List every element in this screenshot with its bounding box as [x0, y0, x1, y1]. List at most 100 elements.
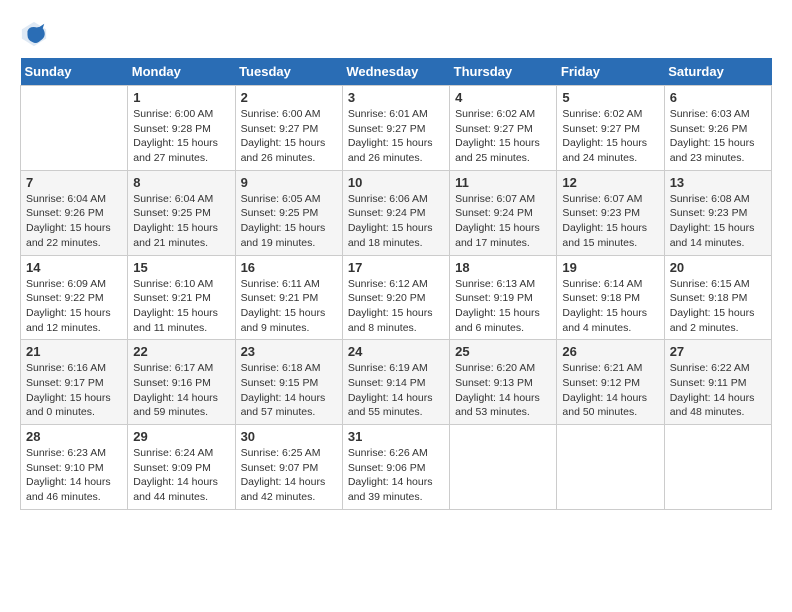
day-number: 15: [133, 260, 229, 275]
day-number: 4: [455, 90, 551, 105]
logo-icon: [20, 20, 48, 48]
calendar-week-row: 1 Sunrise: 6:00 AM Sunset: 9:28 PM Daylig…: [21, 86, 772, 171]
calendar-cell: 13 Sunrise: 6:08 AM Sunset: 9:23 PM Dayli…: [664, 170, 771, 255]
calendar-cell: 25 Sunrise: 6:20 AM Sunset: 9:13 PM Dayli…: [450, 340, 557, 425]
day-number: 21: [26, 344, 122, 359]
day-number: 1: [133, 90, 229, 105]
calendar-cell: 14 Sunrise: 6:09 AM Sunset: 9:22 PM Dayli…: [21, 255, 128, 340]
day-info: Sunrise: 6:26 AM Sunset: 9:06 PM Dayligh…: [348, 446, 444, 505]
calendar-cell: 16 Sunrise: 6:11 AM Sunset: 9:21 PM Dayli…: [235, 255, 342, 340]
day-header-saturday: Saturday: [664, 58, 771, 86]
calendar-cell: 24 Sunrise: 6:19 AM Sunset: 9:14 PM Dayli…: [342, 340, 449, 425]
calendar-week-row: 7Sunrise: 6:04 AM Sunset: 9:26 PM Daylig…: [21, 170, 772, 255]
calendar-cell: 22 Sunrise: 6:17 AM Sunset: 9:16 PM Dayli…: [128, 340, 235, 425]
day-header-sunday: Sunday: [21, 58, 128, 86]
day-info: Sunrise: 6:08 AM Sunset: 9:23 PM Dayligh…: [670, 192, 766, 251]
day-info: Sunrise: 6:04 AM Sunset: 9:26 PM Dayligh…: [26, 192, 122, 251]
day-info: Sunrise: 6:18 AM Sunset: 9:15 PM Dayligh…: [241, 361, 337, 420]
calendar-cell: 4Sunrise: 6:02 AM Sunset: 9:27 PM Daylig…: [450, 86, 557, 171]
day-info: Sunrise: 6:05 AM Sunset: 9:25 PM Dayligh…: [241, 192, 337, 251]
calendar-cell: 10 Sunrise: 6:06 AM Sunset: 9:24 PM Dayli…: [342, 170, 449, 255]
day-number: 3: [348, 90, 444, 105]
day-info: Sunrise: 6:16 AM Sunset: 9:17 PM Dayligh…: [26, 361, 122, 420]
calendar-cell: 28Sunrise: 6:23 AM Sunset: 9:10 PM Dayli…: [21, 425, 128, 510]
calendar-cell: 8Sunrise: 6:04 AM Sunset: 9:25 PM Daylig…: [128, 170, 235, 255]
day-number: 8: [133, 175, 229, 190]
day-number: 13: [670, 175, 766, 190]
day-info: Sunrise: 6:07 AM Sunset: 9:23 PM Dayligh…: [562, 192, 658, 251]
day-number: 30: [241, 429, 337, 444]
calendar-cell: 17 Sunrise: 6:12 AM Sunset: 9:20 PM Dayli…: [342, 255, 449, 340]
day-number: 10: [348, 175, 444, 190]
calendar-cell: 9 Sunrise: 6:05 AM Sunset: 9:25 PM Daylig…: [235, 170, 342, 255]
calendar-cell: 7Sunrise: 6:04 AM Sunset: 9:26 PM Daylig…: [21, 170, 128, 255]
day-number: 18: [455, 260, 551, 275]
day-info: Sunrise: 6:20 AM Sunset: 9:13 PM Dayligh…: [455, 361, 551, 420]
calendar-cell: [557, 425, 664, 510]
day-info: Sunrise: 6:03 AM Sunset: 9:26 PM Dayligh…: [670, 107, 766, 166]
day-info: Sunrise: 6:14 AM Sunset: 9:18 PM Dayligh…: [562, 277, 658, 336]
day-info: Sunrise: 6:07 AM Sunset: 9:24 PM Dayligh…: [455, 192, 551, 251]
calendar-week-row: 14 Sunrise: 6:09 AM Sunset: 9:22 PM Dayli…: [21, 255, 772, 340]
day-info: Sunrise: 6:13 AM Sunset: 9:19 PM Dayligh…: [455, 277, 551, 336]
day-number: 16: [241, 260, 337, 275]
calendar-cell: 27 Sunrise: 6:22 AM Sunset: 9:11 PM Dayli…: [664, 340, 771, 425]
day-info: Sunrise: 6:00 AM Sunset: 9:28 PM Dayligh…: [133, 107, 229, 166]
calendar-cell: 18 Sunrise: 6:13 AM Sunset: 9:19 PM Dayli…: [450, 255, 557, 340]
page-header: [20, 20, 772, 48]
day-header-tuesday: Tuesday: [235, 58, 342, 86]
day-info: Sunrise: 6:25 AM Sunset: 9:07 PM Dayligh…: [241, 446, 337, 505]
day-number: 5: [562, 90, 658, 105]
day-number: 9: [241, 175, 337, 190]
day-number: 20: [670, 260, 766, 275]
calendar-cell: 15 Sunrise: 6:10 AM Sunset: 9:21 PM Dayli…: [128, 255, 235, 340]
calendar-week-row: 28Sunrise: 6:23 AM Sunset: 9:10 PM Dayli…: [21, 425, 772, 510]
day-info: Sunrise: 6:00 AM Sunset: 9:27 PM Dayligh…: [241, 107, 337, 166]
day-info: Sunrise: 6:01 AM Sunset: 9:27 PM Dayligh…: [348, 107, 444, 166]
day-info: Sunrise: 6:17 AM Sunset: 9:16 PM Dayligh…: [133, 361, 229, 420]
calendar-cell: 29 Sunrise: 6:24 AM Sunset: 9:09 PM Dayli…: [128, 425, 235, 510]
day-number: 25: [455, 344, 551, 359]
calendar-cell: 23 Sunrise: 6:18 AM Sunset: 9:15 PM Dayli…: [235, 340, 342, 425]
day-number: 12: [562, 175, 658, 190]
calendar-table: SundayMondayTuesdayWednesdayThursdayFrid…: [20, 58, 772, 510]
calendar-cell: 6 Sunrise: 6:03 AM Sunset: 9:26 PM Daylig…: [664, 86, 771, 171]
day-info: Sunrise: 6:21 AM Sunset: 9:12 PM Dayligh…: [562, 361, 658, 420]
calendar-cell: 19 Sunrise: 6:14 AM Sunset: 9:18 PM Dayli…: [557, 255, 664, 340]
calendar-cell: [21, 86, 128, 171]
day-number: 19: [562, 260, 658, 275]
calendar-cell: 5 Sunrise: 6:02 AM Sunset: 9:27 PM Daylig…: [557, 86, 664, 171]
day-info: Sunrise: 6:06 AM Sunset: 9:24 PM Dayligh…: [348, 192, 444, 251]
day-number: 29: [133, 429, 229, 444]
calendar-cell: 11Sunrise: 6:07 AM Sunset: 9:24 PM Dayli…: [450, 170, 557, 255]
day-number: 17: [348, 260, 444, 275]
calendar-cell: 30 Sunrise: 6:25 AM Sunset: 9:07 PM Dayli…: [235, 425, 342, 510]
day-number: 24: [348, 344, 444, 359]
day-info: Sunrise: 6:22 AM Sunset: 9:11 PM Dayligh…: [670, 361, 766, 420]
day-info: Sunrise: 6:23 AM Sunset: 9:10 PM Dayligh…: [26, 446, 122, 505]
calendar-cell: 3 Sunrise: 6:01 AM Sunset: 9:27 PM Daylig…: [342, 86, 449, 171]
calendar-cell: [664, 425, 771, 510]
day-info: Sunrise: 6:09 AM Sunset: 9:22 PM Dayligh…: [26, 277, 122, 336]
calendar-cell: 20 Sunrise: 6:15 AM Sunset: 9:18 PM Dayli…: [664, 255, 771, 340]
day-number: 6: [670, 90, 766, 105]
day-number: 26: [562, 344, 658, 359]
day-info: Sunrise: 6:19 AM Sunset: 9:14 PM Dayligh…: [348, 361, 444, 420]
day-number: 27: [670, 344, 766, 359]
calendar-cell: 2Sunrise: 6:00 AM Sunset: 9:27 PM Daylig…: [235, 86, 342, 171]
calendar-cell: 1 Sunrise: 6:00 AM Sunset: 9:28 PM Daylig…: [128, 86, 235, 171]
day-info: Sunrise: 6:11 AM Sunset: 9:21 PM Dayligh…: [241, 277, 337, 336]
calendar-header-row: SundayMondayTuesdayWednesdayThursdayFrid…: [21, 58, 772, 86]
day-info: Sunrise: 6:24 AM Sunset: 9:09 PM Dayligh…: [133, 446, 229, 505]
day-number: 22: [133, 344, 229, 359]
day-number: 14: [26, 260, 122, 275]
day-number: 23: [241, 344, 337, 359]
day-info: Sunrise: 6:02 AM Sunset: 9:27 PM Dayligh…: [562, 107, 658, 166]
day-info: Sunrise: 6:10 AM Sunset: 9:21 PM Dayligh…: [133, 277, 229, 336]
day-info: Sunrise: 6:15 AM Sunset: 9:18 PM Dayligh…: [670, 277, 766, 336]
calendar-cell: 21 Sunrise: 6:16 AM Sunset: 9:17 PM Dayli…: [21, 340, 128, 425]
day-header-monday: Monday: [128, 58, 235, 86]
calendar-cell: [450, 425, 557, 510]
day-info: Sunrise: 6:12 AM Sunset: 9:20 PM Dayligh…: [348, 277, 444, 336]
day-header-friday: Friday: [557, 58, 664, 86]
